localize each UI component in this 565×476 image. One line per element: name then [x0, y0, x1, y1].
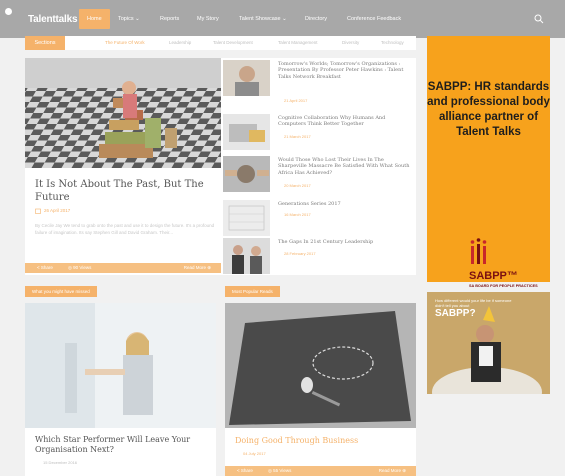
article-thumbnail[interactable] — [223, 156, 270, 192]
section-label-missed: What you might have missed — [25, 286, 97, 297]
tab-talent-management[interactable]: Talent Management — [278, 36, 318, 50]
tab-talent-development[interactable]: Talent Development — [213, 36, 253, 50]
ad-question: How different would your life be if some… — [435, 298, 512, 308]
article-date: 28 February 2017 — [284, 251, 316, 256]
list-item[interactable]: The Gaps In 21st Century Leadership 28 F… — [221, 236, 416, 276]
article-title[interactable]: Generations Series 2017 — [278, 201, 410, 207]
nav-item-talent-showcase[interactable]: Talent Showcase ⌄ — [239, 9, 287, 29]
site-logo[interactable]: Talenttalks — [28, 14, 78, 25]
logo-icon — [5, 8, 12, 15]
search-icon[interactable] — [534, 14, 544, 24]
nav-item-home[interactable]: Home — [79, 9, 110, 29]
article-date: 21 April 2017 — [284, 98, 308, 103]
section-label-popular: Most Popular Reads — [225, 286, 280, 297]
popular-article-title[interactable]: Doing Good Through Business — [235, 436, 358, 446]
featured-title[interactable]: It Is Not About The Past, But The Future — [35, 178, 215, 204]
list-item[interactable]: Tomorrow's Worlds; Tomorrow's Organizati… — [221, 58, 416, 103]
ad-headline: SABPP: HR standards and professional bod… — [427, 81, 550, 138]
sabpp-logo-icon — [470, 238, 487, 264]
side-article-list: Tomorrow's Worlds; Tomorrow's Organizati… — [221, 58, 416, 275]
tab-future-of-work[interactable]: The Future Of Work — [105, 36, 145, 50]
article-title[interactable]: Would Those Who Lost Their Lives In The … — [278, 157, 410, 176]
nav-item-reports[interactable]: Reports — [160, 9, 179, 29]
popular-action-bar: < Share ◎ 55 Views Read More ⊕ — [225, 466, 416, 476]
list-item[interactable]: Cognitive Collaboration Why Humans And C… — [221, 112, 416, 152]
tab-leadership[interactable]: Leadership — [169, 36, 191, 50]
nav-item-topics[interactable]: Topics ⌄ — [118, 9, 140, 29]
sabpp-ad-small[interactable]: How different would your life be if some… — [427, 292, 550, 394]
featured-date: 26 April 2017 — [44, 208, 71, 213]
article-title[interactable]: Cognitive Collaboration Why Humans And C… — [278, 115, 410, 128]
section-tabs: Sections The Future Of Work Leadership T… — [25, 36, 416, 50]
views-count: ◎ 90 Views — [68, 265, 92, 270]
top-navigation: Talenttalks Home Topics ⌄ Reports My Sto… — [0, 0, 565, 38]
nav-item-conference-feedback[interactable]: Conference Feedback — [347, 9, 401, 29]
share-button[interactable]: < Share — [37, 263, 53, 273]
tab-technology[interactable]: Technology — [381, 36, 404, 50]
popular-article-date: 04 July 2017 — [243, 451, 266, 456]
featured-excerpt: By Cecile Jay We tend to grab onto the p… — [35, 223, 215, 235]
article-thumbnail[interactable] — [223, 60, 270, 96]
ad-brand: SABPP™ — [469, 270, 518, 282]
article-date: 20 March 2017 — [284, 183, 311, 188]
missed-article-date: 15 December 2016 — [43, 460, 78, 465]
featured-action-bar: < Share ◎ 90 Views Read More ⊕ — [25, 263, 221, 273]
missed-article[interactable]: Which Star Performer Will Leave Your Org… — [25, 303, 216, 476]
featured-article[interactable]: It Is Not About The Past, But The Future… — [25, 58, 221, 275]
sections-button[interactable]: Sections — [25, 36, 65, 50]
list-item[interactable]: Would Those Who Lost Their Lives In The … — [221, 154, 416, 194]
missed-article-title[interactable]: Which Star Performer Will Leave Your Org… — [35, 435, 207, 455]
list-item[interactable]: Generations Series 2017 16 March 2017 — [221, 198, 416, 238]
article-date: 21 March 2017 — [284, 134, 311, 139]
article-thumbnail[interactable] — [223, 200, 270, 236]
views-count: ◎ 55 Views — [268, 468, 292, 473]
share-button[interactable]: < Share — [237, 466, 253, 476]
article-thumbnail[interactable] — [223, 114, 270, 150]
calendar-icon — [35, 208, 41, 214]
read-more-button[interactable]: Read More ⊕ — [184, 263, 211, 273]
article-thumbnail[interactable] — [223, 238, 270, 274]
read-more-button[interactable]: Read More ⊕ — [379, 466, 406, 476]
popular-article-image[interactable] — [225, 303, 416, 428]
featured-image[interactable] — [25, 58, 221, 168]
tab-diversity[interactable]: Diversity — [342, 36, 359, 50]
sabpp-ad-banner[interactable]: SABPP: HR standards and professional bod… — [427, 36, 550, 299]
missed-article-image[interactable] — [25, 303, 216, 428]
ad-brand-sub: SA BOARD FOR PEOPLE PRACTICES — [469, 284, 538, 288]
ad-brand: SABPP? — [435, 308, 476, 319]
article-title[interactable]: Tomorrow's Worlds; Tomorrow's Organizati… — [278, 61, 410, 80]
nav-item-directory[interactable]: Directory — [305, 9, 327, 29]
article-title[interactable]: The Gaps In 21st Century Leadership — [278, 239, 410, 245]
article-date: 16 March 2017 — [284, 212, 311, 217]
popular-article[interactable]: Doing Good Through Business 04 July 2017… — [225, 303, 416, 476]
nav-item-my-story[interactable]: My Story — [197, 9, 219, 29]
